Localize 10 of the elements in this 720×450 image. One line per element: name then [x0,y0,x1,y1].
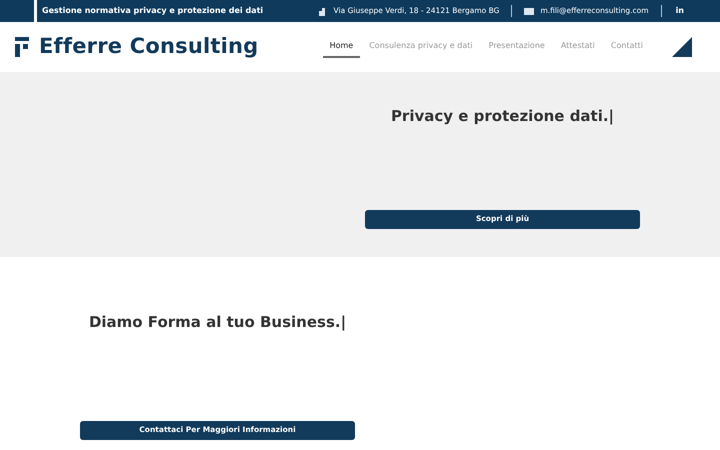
linkedin-link[interactable]: in [676,5,684,17]
nav-link[interactable]: Home [322,36,360,58]
hero-heading: Privacy e protezione dati.| [390,106,614,127]
section-heading: Diamo Forma al tuo Business.| [88,312,346,333]
logo-text[interactable]: Efferre Consulting [39,31,258,63]
building-icon [318,6,328,16]
triangle-icon[interactable] [672,37,692,57]
logo-icon [15,37,29,57]
envelope-icon [524,6,534,16]
tagline: Gestione normativa privacy e protezione dei dati [42,5,264,17]
